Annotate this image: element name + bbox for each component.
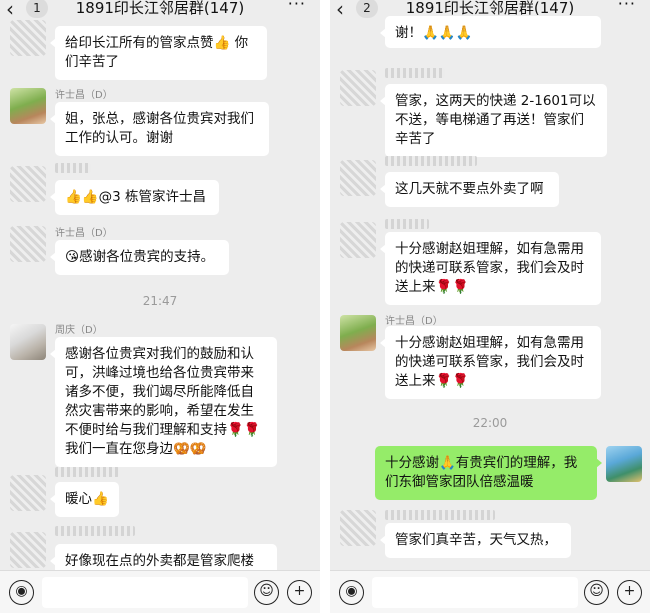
emoji-icon[interactable]: ☺ <box>254 580 279 605</box>
message-bubble[interactable]: 姐，张总，感谢各位贵宾对我们工作的认可。谢谢 <box>50 102 269 156</box>
sender-name-blurred <box>55 163 91 173</box>
message-bubble[interactable]: 管家们真辛苦，天气又热， <box>380 523 571 558</box>
message-bubble[interactable]: 谢！🙏🙏🙏 <box>380 16 601 48</box>
voice-icon[interactable]: ◉ <box>9 580 34 605</box>
avatar[interactable] <box>340 315 376 351</box>
avatar[interactable] <box>10 166 46 202</box>
message-bubble[interactable]: 管家，这两天的快递 2-1601可以不送，等电梯通了再送！管家们辛苦了 <box>380 84 607 157</box>
message-bubble[interactable]: 👍👍@3 栋管家许士昌 <box>50 180 219 215</box>
sender-name-blurred <box>385 219 429 229</box>
timestamp: 22:00 <box>472 416 508 430</box>
more-options-icon[interactable]: ··· <box>618 0 636 13</box>
unread-count-badge: 1 <box>26 0 48 18</box>
sender-name: 许士昌（D） <box>55 228 113 239</box>
avatar[interactable] <box>340 160 376 196</box>
sender-name: 周庆（D） <box>55 325 103 336</box>
avatar[interactable] <box>340 222 376 258</box>
chat-pane-left: ‹ 1 1891印长江邻居群(147) ··· 给印长江所有的管家点赞👍 你们辛… <box>0 0 320 613</box>
chat-title: 1891印长江邻居群(147) <box>75 0 245 17</box>
back-icon[interactable]: ‹ <box>336 0 344 21</box>
message-input[interactable] <box>42 577 248 608</box>
message-bubble[interactable]: 暖心👍 <box>50 482 119 517</box>
title-bar: ‹ 1 1891印长江邻居群(147) ··· <box>0 0 320 21</box>
more-options-icon[interactable]: ··· <box>288 0 306 13</box>
input-bar: ◉ ☺ + <box>330 570 650 613</box>
sender-name-blurred <box>385 156 477 166</box>
sender-name-blurred <box>55 467 119 477</box>
avatar[interactable] <box>10 20 46 56</box>
message-bubble[interactable]: 十分感谢赵姐理解，如有急需用的快递可联系管家，我们会及时送上来🌹🌹 <box>380 232 601 305</box>
message-bubble[interactable]: 给印长江所有的管家点赞👍 你们辛苦了 <box>50 26 267 80</box>
sender-name-blurred <box>385 68 445 78</box>
avatar[interactable] <box>340 70 376 106</box>
timestamp: 21:47 <box>142 294 178 308</box>
message-bubble[interactable]: 这几天就不要点外卖了啊 <box>380 172 559 207</box>
avatar[interactable] <box>10 324 46 360</box>
avatar[interactable] <box>340 510 376 546</box>
message-bubble[interactable]: 感谢各位贵宾对我们的鼓励和认可，洪峰过境也给各位贵宾带来诸多不便，我们竭尽所能降… <box>50 337 277 467</box>
avatar[interactable] <box>10 532 46 568</box>
message-bubble[interactable]: 😘感谢各位贵宾的支持。 <box>50 240 229 275</box>
sender-name-blurred <box>385 510 495 520</box>
unread-count-badge: 2 <box>356 0 378 18</box>
avatar[interactable] <box>10 475 46 511</box>
back-icon[interactable]: ‹ <box>6 0 14 21</box>
input-bar: ◉ ☺ + <box>0 570 320 613</box>
sender-name: 许士昌（D） <box>55 90 113 101</box>
chat-pane-right: ‹ 2 1891印长江邻居群(147) ··· 谢！🙏🙏🙏 管家，这两天的快递 … <box>330 0 650 613</box>
emoji-icon[interactable]: ☺ <box>584 580 609 605</box>
avatar-self[interactable] <box>606 446 642 482</box>
avatar[interactable] <box>10 226 46 262</box>
message-bubble[interactable]: 十分感谢赵姐理解，如有急需用的快递可联系管家，我们会及时送上来🌹🌹 <box>380 326 601 399</box>
plus-icon[interactable]: + <box>287 580 312 605</box>
sender-name: 许士昌（D） <box>385 316 443 327</box>
plus-icon[interactable]: + <box>617 580 642 605</box>
avatar[interactable] <box>10 88 46 124</box>
voice-icon[interactable]: ◉ <box>339 580 364 605</box>
message-bubble-self[interactable]: 十分感谢🙏有贵宾们的理解，我们东御管家团队倍感温暖 <box>375 446 602 500</box>
sender-name-blurred <box>55 526 135 536</box>
message-input[interactable] <box>372 577 578 608</box>
